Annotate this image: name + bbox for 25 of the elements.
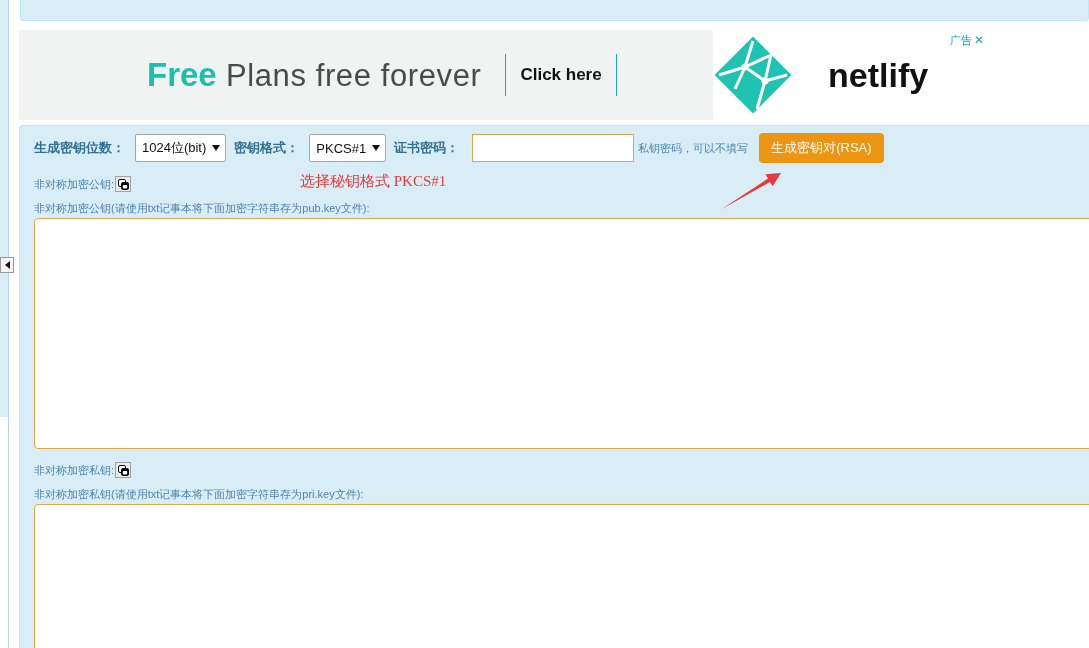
- ad-link[interactable]: Click here: [520, 65, 602, 85]
- field-label: 密钥格式：: [234, 139, 300, 157]
- key-caption: 非对称加密私钥(请使用txt记事本将下面加密字符串存为pri.key文件):: [34, 488, 365, 501]
- copy-button[interactable]: [115, 462, 132, 478]
- dropdown[interactable]: 1024位(bit): [135, 134, 227, 162]
- copy-button[interactable]: [115, 176, 132, 192]
- field-note: 私钥密码，可以不填写: [638, 140, 749, 156]
- copy-icon: [117, 464, 129, 476]
- brand-name: netlify: [828, 55, 929, 95]
- ad-label: 广告: [950, 33, 972, 48]
- diamond-logo-icon: [715, 37, 791, 113]
- input-field[interactable]: [472, 134, 635, 162]
- left-caret-icon: [4, 261, 10, 269]
- copy-icon: [117, 178, 129, 190]
- sidebar-toggle-button[interactable]: [0, 257, 14, 273]
- caret-icon: [372, 145, 381, 151]
- key-label: 非对称加密公钥:: [34, 176, 115, 192]
- field-label: 证书密码：: [394, 139, 460, 157]
- dropdown[interactable]: PKCS#1: [309, 134, 387, 162]
- annotation-text: 选择秘钥格式 PKCS#1: [300, 172, 447, 191]
- ad-headline: Free Plans free forever: [147, 56, 482, 94]
- key-caption: 非对称加密公钥(请使用txt记事本将下面加密字符串存为pub.key文件):: [34, 202, 371, 215]
- key-label: 非对称加密私钥:: [34, 462, 115, 478]
- field-label: 生成密钥位数：: [34, 139, 125, 157]
- caret-icon: [212, 145, 221, 151]
